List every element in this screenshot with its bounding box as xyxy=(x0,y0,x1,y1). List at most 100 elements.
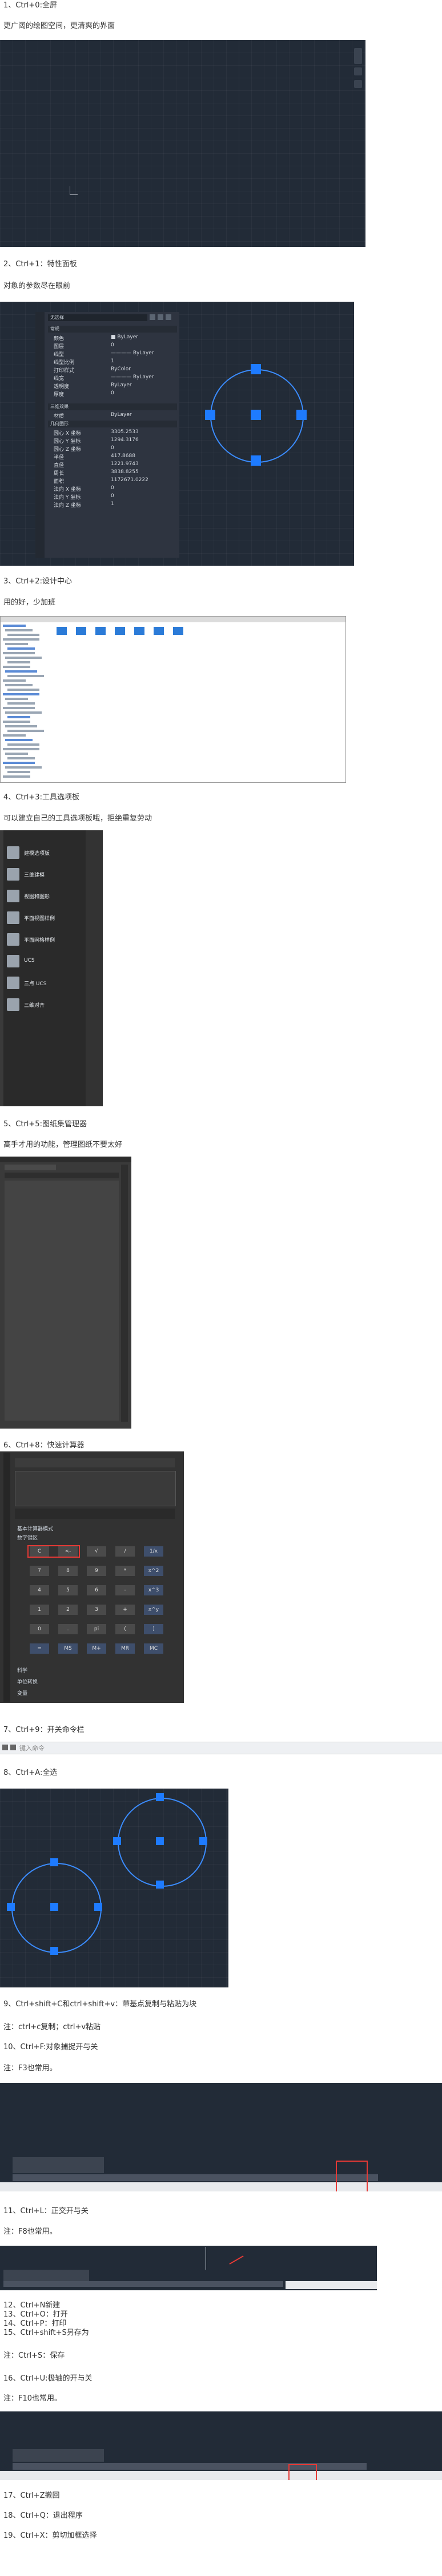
grip-left[interactable] xyxy=(205,410,215,420)
tree-item[interactable] xyxy=(3,638,39,641)
calc-key[interactable]: <- xyxy=(58,1546,78,1557)
geom-row[interactable]: 法向 Y 坐标 0 xyxy=(48,493,177,501)
general-row[interactable]: 线型比例 1 xyxy=(48,358,177,366)
basic-mode-header[interactable]: 基本计算器模式 xyxy=(17,1525,53,1532)
tree-item[interactable] xyxy=(3,652,35,654)
status-bar[interactable] xyxy=(0,2182,442,2191)
polar-status-bar[interactable] xyxy=(0,2471,442,2480)
command-line-bar[interactable]: 键入命令 xyxy=(0,1742,442,1754)
numeric-header[interactable]: 数字键区 xyxy=(17,1534,38,1541)
fullscreen-canvas[interactable] xyxy=(0,40,365,247)
tree-item[interactable] xyxy=(7,634,39,636)
folder-icon[interactable] xyxy=(134,627,144,635)
geom-row[interactable]: 面积 1172671.0222 xyxy=(48,477,177,485)
calc-input[interactable] xyxy=(15,1509,175,1519)
calc-key[interactable]: x^3 xyxy=(144,1585,163,1595)
select-objects-icon[interactable] xyxy=(158,314,163,320)
calc-key[interactable]: x^2 xyxy=(144,1566,163,1576)
tool-palette-item[interactable]: 平面网格样例 xyxy=(5,930,73,949)
tree-item[interactable] xyxy=(3,693,39,695)
wrench-icon[interactable] xyxy=(10,1745,16,1750)
calc-key[interactable]: 9 xyxy=(87,1566,106,1576)
geom-row[interactable]: 直径 1221.9743 xyxy=(48,461,177,469)
grip-center[interactable] xyxy=(251,410,261,420)
tool-palette-item[interactable]: 视图和图形 xyxy=(5,886,73,906)
tree-item[interactable] xyxy=(5,698,28,700)
calc-key[interactable]: ( xyxy=(115,1624,135,1634)
calc-key[interactable]: 3 xyxy=(87,1605,106,1615)
general-row[interactable]: 图层 0 xyxy=(48,342,177,350)
zoom-icon[interactable] xyxy=(354,67,362,75)
design-center-window[interactable] xyxy=(0,616,346,783)
calc-key[interactable]: √ xyxy=(87,1546,106,1557)
tree-item[interactable] xyxy=(5,657,42,659)
tree-item[interactable] xyxy=(7,675,44,677)
tree-item[interactable] xyxy=(3,762,35,764)
folder-icon[interactable] xyxy=(76,627,86,635)
tree-item[interactable] xyxy=(3,721,30,723)
selection-dropdown[interactable]: 无选择 xyxy=(48,314,147,321)
folder-tree[interactable] xyxy=(1,622,53,782)
osnap-screenshot[interactable] xyxy=(0,2083,442,2191)
folder-icon[interactable] xyxy=(95,627,106,635)
calc-key[interactable]: 0 xyxy=(30,1624,49,1634)
close-icon[interactable] xyxy=(2,1745,8,1750)
tree-item[interactable] xyxy=(5,725,37,727)
tree-item[interactable] xyxy=(7,771,30,773)
calc-key[interactable]: x^y xyxy=(144,1605,163,1615)
calc-key[interactable]: 1 xyxy=(30,1605,49,1615)
calc-key[interactable]: 8 xyxy=(58,1566,78,1576)
calc-key[interactable]: = xyxy=(30,1643,49,1654)
tree-item[interactable] xyxy=(5,684,33,686)
calc-key[interactable]: 7 xyxy=(30,1566,49,1576)
calc-key[interactable]: 6 xyxy=(87,1585,106,1595)
grip-l-bottom[interactable] xyxy=(50,1947,58,1955)
tree-item[interactable] xyxy=(3,679,26,682)
nav-bar-icon[interactable] xyxy=(354,48,362,64)
tool-palette[interactable]: 建模选项板 三维建模 视图和图形 平面视图样例 平面网格样例 UCS 三点 UCS 三维对齐 xyxy=(0,830,103,1106)
geometry-header[interactable]: 几何图形 xyxy=(48,421,177,427)
calc-key[interactable]: * xyxy=(115,1566,135,1576)
general-row[interactable]: 线型 ———— ByLayer xyxy=(48,350,177,358)
grip-r-right[interactable] xyxy=(199,1837,207,1845)
tree-item[interactable] xyxy=(3,666,30,668)
geom-row[interactable]: 圆心 Y 坐标 1294.3176 xyxy=(48,437,177,445)
calc-key[interactable]: C xyxy=(30,1546,49,1557)
properties-canvas[interactable]: 无选择 常规 颜色 ■ ByLayer 图层 0 线型 ———— ByLayer 线型比例 1… xyxy=(0,302,354,566)
calc-key[interactable]: 4 xyxy=(30,1585,49,1595)
tool-palette-item[interactable]: 三维对齐 xyxy=(5,995,73,1014)
folder-icon[interactable] xyxy=(173,627,183,635)
tree-item[interactable] xyxy=(7,702,35,705)
grip-l-left[interactable] xyxy=(7,1903,15,1911)
ssm-titlebar[interactable] xyxy=(0,1157,131,1162)
grip-l-right[interactable] xyxy=(94,1903,102,1911)
calc-key[interactable]: MS xyxy=(58,1643,78,1654)
command-input[interactable]: 键入命令 xyxy=(19,1743,45,1753)
geom-row[interactable]: 法向 Z 坐标 1 xyxy=(48,501,177,509)
palette-title-strip[interactable] xyxy=(0,830,3,1106)
grip-top[interactable] xyxy=(251,364,261,374)
tool-palette-item[interactable]: 平面视图样例 xyxy=(5,908,73,927)
tree-item[interactable] xyxy=(7,730,44,732)
folder-icon[interactable] xyxy=(57,627,67,635)
tree-item[interactable] xyxy=(3,707,35,709)
tree-item[interactable] xyxy=(7,647,35,650)
calc-key[interactable]: - xyxy=(115,1585,135,1595)
tree-item[interactable] xyxy=(5,643,28,645)
grip-right[interactable] xyxy=(296,410,307,420)
calc-toolbar[interactable] xyxy=(15,1458,175,1467)
calc-key[interactable]: MC xyxy=(144,1643,163,1654)
units-header[interactable]: 单位转换 xyxy=(17,1678,38,1685)
calc-key[interactable]: 2 xyxy=(58,1605,78,1615)
general-row[interactable]: 厚度 0 xyxy=(48,390,177,398)
folder-icon[interactable] xyxy=(115,627,125,635)
calc-key[interactable]: pi xyxy=(87,1624,106,1634)
grip-l-top[interactable] xyxy=(50,1858,58,1866)
calc-key[interactable]: MR xyxy=(115,1643,135,1654)
geom-row[interactable]: 周长 3838.8255 xyxy=(48,469,177,477)
scientific-header[interactable]: 科学 xyxy=(17,1666,27,1674)
geom-row[interactable]: 半径 417.8688 xyxy=(48,453,177,461)
pickadd-icon[interactable] xyxy=(166,314,171,320)
variables-header[interactable]: 变量 xyxy=(17,1689,27,1697)
material-row[interactable]: 材质 ByLayer xyxy=(48,411,177,419)
